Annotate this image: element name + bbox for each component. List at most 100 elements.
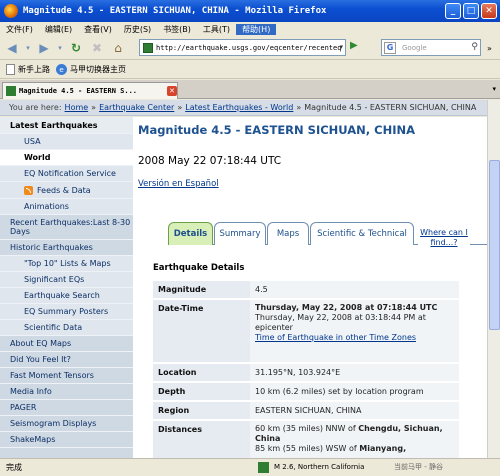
google-engine-icon[interactable]: G [384,41,396,54]
sidebar-item-label: Feeds & Data [37,185,91,195]
location-value: 31.195°N, 103.924°E [255,368,341,377]
datetime-local: Thursday, May 22, 2008 at 03:18:44 PM at… [255,313,426,332]
tab-scientific-technical[interactable]: Scientific & Technical [310,222,414,245]
sidebar-item-scientific-data[interactable]: Scientific Data [0,320,133,336]
event-datetime: 2008 May 22 07:18:44 UTC [138,155,282,167]
detail-label: Region [158,406,190,415]
menu-edit[interactable]: 编辑(E) [39,24,78,35]
distances-values: 60 km (35 miles) NNW of Chengdu, Sichuan… [255,424,453,454]
detail-row-location: Location 31.195°N, 103.924°E [153,364,459,381]
sidebar-item-eq-summary-posters[interactable]: EQ Summary Posters [0,304,133,320]
sidebar-item-usa[interactable]: USA [0,134,133,150]
tab-maps[interactable]: Maps [267,222,309,245]
breadcrumb-earthquake-center-link[interactable]: Earthquake Center [99,103,174,112]
bookmark-label: 新手上路 [18,65,50,74]
scrollbar-thumb[interactable] [489,160,500,330]
earthquake-monitor-icon[interactable] [258,462,269,473]
forward-dropdown-icon[interactable]: ▾ [56,39,64,57]
firefox-icon [4,4,18,18]
sidebar-item-historic-earthquakes[interactable]: Historic Earthquakes [0,240,133,256]
sidebar-item-animations[interactable]: Animations [0,199,133,215]
page-title: Magnitude 4.5 - EASTERN SICHUAN, CHINA [138,123,416,137]
sidebar-item-did-you-feel-it[interactable]: Did You Feel It? [0,352,133,368]
detail-label: Distances [158,425,202,434]
tab-close-icon[interactable]: ✕ [167,86,177,96]
minimize-button[interactable]: _ [445,3,461,19]
address-bar[interactable]: http://earthquake.usgs.gov/eqcenter/rece… [139,39,346,56]
site-favicon-icon [143,42,153,53]
spanish-version-link[interactable]: Versión en Español [138,179,219,189]
reload-icon[interactable]: ↻ [67,39,85,57]
sidebar-item-shakemaps[interactable]: ShakeMaps [0,432,133,448]
tab-title[interactable]: Magnitude 4.5 - EASTERN S... [19,87,167,95]
menu-help[interactable]: 帮助(H) [236,23,277,35]
sidebar-item-label: Media Info [10,387,52,396]
address-url[interactable]: http://earthquake.usgs.gov/eqcenter/rece… [156,44,341,52]
breadcrumb-label: You are here: [9,103,62,112]
sidebar-item-top-10[interactable]: "Top 10" Lists & Maps [0,256,133,272]
sidebar-item-pager[interactable]: PAGER [0,400,133,416]
breadcrumb-separator: » [91,103,97,112]
menu-bookmarks[interactable]: 书签(B) [157,24,197,35]
toolbar-overflow-icon[interactable]: » [487,44,492,53]
stop-icon[interactable]: ✖ [88,39,106,57]
sidebar-item-label: USA [24,137,41,146]
back-arrow-icon[interactable]: ◀ [3,39,21,57]
detail-row-datetime: Date-Time Thursday, May 22, 2008 at 07:1… [153,300,459,362]
tab-list-dropdown-icon[interactable]: ▾ [492,85,496,93]
distance-1-prefix: 60 km (35 miles) NNW of [255,424,359,433]
address-dropdown-icon[interactable]: ▾ [339,43,343,51]
sidebar-item-label: About EQ Maps [10,339,72,348]
tab-strip: Magnitude 4.5 - EASTERN S... ✕ ▾ [0,80,500,99]
menu-file[interactable]: 文件(F) [0,24,39,35]
globe-icon: e [56,64,67,75]
sidebar-item-eq-notification[interactable]: EQ Notification Service [0,166,133,182]
sidebar-item-recent-earthquakes[interactable]: Recent Earthquakes:Last 8-30 Days [0,215,133,240]
bookmark-vest-switcher[interactable]: e 马甲切换器主页 [56,64,126,75]
other-time-zones-link[interactable]: Time of Earthquake in other Time Zones [255,333,416,342]
sidebar-item-world[interactable]: World [0,150,133,166]
forward-arrow-icon[interactable]: ▶ [35,39,53,57]
navigation-toolbar: ◀ ▾ ▶ ▾ ↻ ✖ ⌂ http://earthquake.usgs.gov… [0,36,500,60]
bookmarks-toolbar: 新手上路 e 马甲切换器主页 [0,61,500,79]
main-content: Magnitude 4.5 - EASTERN SICHUAN, CHINA 2… [133,117,487,458]
sidebar-item-feeds[interactable]: Feeds & Data [0,182,133,199]
close-window-button[interactable]: ✕ [481,3,497,19]
search-magnifier-icon[interactable]: ⚲ [471,42,478,52]
sidebar-item-about-eq-maps[interactable]: About EQ Maps [0,336,133,352]
tab-summary[interactable]: Summary [214,222,266,245]
sidebar-item-latest-earthquakes[interactable]: Latest Earthquakes [0,117,133,134]
distance-2-city: Mianyang, [359,444,407,453]
sidebar-item-fast-moment-tensors[interactable]: Fast Moment Tensors [0,368,133,384]
bookmark-getting-started[interactable]: 新手上路 [6,64,50,75]
search-box[interactable]: G Google ⚲ [381,39,481,56]
window-titlebar: Magnitude 4.5 - EASTERN SICHUAN, CHINA -… [0,0,500,22]
sidebar-item-media-info[interactable]: Media Info [0,384,133,400]
sidebar-item-seismogram-displays[interactable]: Seismogram Displays [0,416,133,432]
tab-details[interactable]: Details [168,222,213,245]
sidebar-item-label: EQ Notification Service [24,169,116,178]
breadcrumb-latest-world-link[interactable]: Latest Earthquakes - World [185,103,293,112]
back-dropdown-icon[interactable]: ▾ [24,39,32,57]
home-icon[interactable]: ⌂ [109,39,127,57]
menu-view[interactable]: 查看(V) [78,24,118,35]
sidebar-item-significant-eqs[interactable]: Significant EQs [0,272,133,288]
menu-history[interactable]: 历史(S) [118,24,157,35]
where-can-i-find-link[interactable]: Where can I find...? [418,226,470,247]
maximize-button[interactable]: □ [463,3,479,19]
sidebar-item-earthquake-search[interactable]: Earthquake Search [0,288,133,304]
breadcrumb-home-link[interactable]: Home [65,103,89,112]
latest-quake-status[interactable]: M 2.6, Northern California [274,463,364,471]
detail-label: Date-Time [158,304,204,313]
vertical-scrollbar[interactable] [487,100,500,458]
search-placeholder[interactable]: Google [402,44,427,52]
browser-tab[interactable]: Magnitude 4.5 - EASTERN S... ✕ [2,82,178,99]
go-arrow-icon[interactable]: ▶ [350,40,364,55]
depth-value: 10 km (6.2 miles) set by location progra… [255,387,424,396]
sidebar-item-label: Did You Feel It? [10,355,71,364]
detail-label: Depth [158,387,186,396]
sidebar-item-label: Animations [24,202,69,211]
menu-tools[interactable]: 工具(T) [197,24,236,35]
distance-2-prefix: 85 km (55 miles) WSW of [255,444,360,453]
region-value: EASTERN SICHUAN, CHINA [255,406,362,415]
